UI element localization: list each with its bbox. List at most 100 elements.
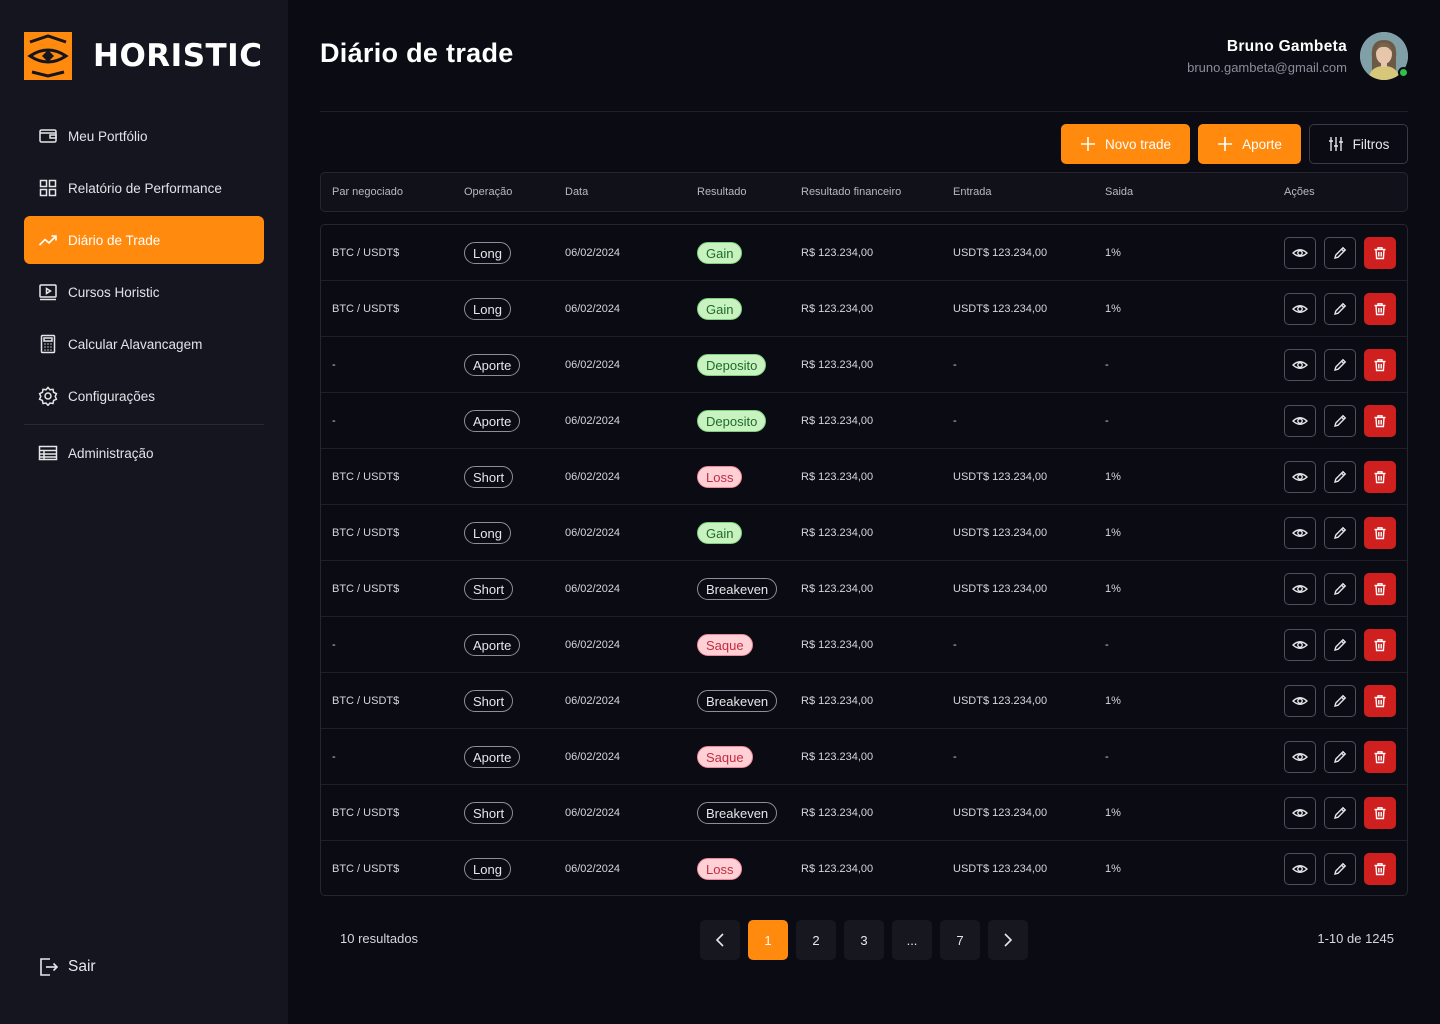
pencil-icon [1334,470,1347,483]
view-button[interactable] [1284,629,1316,661]
edit-button[interactable] [1324,573,1356,605]
edit-button[interactable] [1324,685,1356,717]
table-row[interactable]: BTC / USDT$ Short 06/02/2024 Breakeven R$ 12… [321,785,1407,841]
sidebar-item-administration[interactable]: Administração [24,429,264,477]
delete-button[interactable] [1364,461,1396,493]
table-row[interactable]: - Aporte 06/02/2024 Deposito R$ 123.234,00 - - [321,337,1407,393]
table-row[interactable]: BTC / USDT$ Long 06/02/2024 Gain R$ 123.234,… [321,505,1407,561]
view-button[interactable] [1284,685,1316,717]
column-header-exit[interactable]: Saida [1105,186,1133,198]
view-button[interactable] [1284,573,1316,605]
page-button[interactable]: 1 [748,920,788,960]
delete-button[interactable] [1364,629,1396,661]
page-button[interactable]: 2 [796,920,836,960]
delete-button[interactable] [1364,293,1396,325]
sidebar-item-label: Diário de Trade [68,232,161,248]
edit-button[interactable] [1324,405,1356,437]
column-header-financial-result[interactable]: Resultado financeiro [801,186,901,198]
view-button[interactable] [1284,237,1316,269]
avatar[interactable] [1360,32,1409,80]
cell-entry: - [953,751,957,763]
sidebar-item-courses[interactable]: Cursos Horistic [24,268,264,316]
cell-date: 06/02/2024 [565,751,621,763]
edit-button[interactable] [1324,629,1356,661]
user-profile[interactable]: Bruno Gambeta bruno.gambeta@gmail.com [1187,32,1409,80]
edit-button[interactable] [1324,517,1356,549]
column-header-date[interactable]: Data [565,186,588,198]
page-button[interactable]: 3 [844,920,884,960]
table-row[interactable]: BTC / USDT$ Short 06/02/2024 Breakeven R$ 12… [321,673,1407,729]
view-button[interactable] [1284,293,1316,325]
sidebar-item-leverage-calculator[interactable]: Calcular Alavancagem [24,320,264,368]
logout-button[interactable]: Sair [38,956,96,978]
delete-button[interactable] [1364,741,1396,773]
view-button[interactable] [1284,461,1316,493]
cell-result: Gain [697,505,743,561]
previous-page-button[interactable] [700,920,740,960]
edit-button[interactable] [1324,797,1356,829]
column-header-result[interactable]: Resultado [697,186,747,198]
filters-button[interactable]: Filtros [1309,124,1408,164]
eye-icon [1292,417,1308,425]
eye-icon [1292,753,1308,761]
cell-pair: - [332,639,336,651]
cell-entry: USDT$ 123.234,00 [953,471,1048,483]
delete-button[interactable] [1364,797,1396,829]
edit-button[interactable] [1324,461,1356,493]
operation-badge: Aporte [464,410,521,432]
delete-button[interactable] [1364,237,1396,269]
delete-button[interactable] [1364,685,1396,717]
view-button[interactable] [1284,349,1316,381]
table-row[interactable]: - Aporte 06/02/2024 Deposito R$ 123.234,00 - - [321,393,1407,449]
column-header-operation[interactable]: Operação [464,186,512,198]
page-button[interactable]: 7 [940,920,980,960]
operation-badge: Long [464,522,511,544]
column-header-entry[interactable]: Entrada [953,186,992,198]
cell-exit: 1% [1105,247,1121,259]
cell-pair: BTC / USDT$ [332,303,400,315]
cell-date: 06/02/2024 [565,247,621,259]
view-button[interactable] [1284,405,1316,437]
edit-button[interactable] [1324,293,1356,325]
result-badge: Saque [697,746,753,768]
next-page-button[interactable] [988,920,1028,960]
view-button[interactable] [1284,797,1316,829]
page-button[interactable]: ... [892,920,932,960]
delete-button[interactable] [1364,517,1396,549]
brand-logo[interactable]: HORISTIC [24,32,262,80]
new-trade-button[interactable]: Novo trade [1061,124,1190,164]
cell-date: 06/02/2024 [565,695,621,707]
delete-button[interactable] [1364,405,1396,437]
table-row[interactable]: BTC / USDT$ Long 06/02/2024 Gain R$ 123.234,… [321,281,1407,337]
table-row[interactable]: - Aporte 06/02/2024 Saque R$ 123.234,00 - - [321,729,1407,785]
table-row[interactable]: BTC / USDT$ Long 06/02/2024 Gain R$ 123.234,… [321,225,1407,281]
view-button[interactable] [1284,741,1316,773]
sidebar-item-trade-journal[interactable]: Diário de Trade [24,216,264,264]
sidebar-item-portfolio[interactable]: Meu Portfólio [24,112,264,160]
table-row[interactable]: BTC / USDT$ Long 06/02/2024 Loss R$ 123.234,… [321,841,1407,897]
edit-button[interactable] [1324,349,1356,381]
add-deposit-button[interactable]: Aporte [1198,124,1301,164]
header-divider [320,111,1408,112]
eye-icon [1292,641,1308,649]
delete-button[interactable] [1364,573,1396,605]
cell-pair: - [332,751,336,763]
table-row[interactable]: - Aporte 06/02/2024 Saque R$ 123.234,00 - - [321,617,1407,673]
view-button[interactable] [1284,853,1316,885]
eye-icon [1292,361,1308,369]
edit-button[interactable] [1324,741,1356,773]
sidebar-item-label: Administração [68,445,154,461]
delete-button[interactable] [1364,349,1396,381]
delete-button[interactable] [1364,853,1396,885]
table-row[interactable]: BTC / USDT$ Short 06/02/2024 Loss R$ 123.234… [321,449,1407,505]
sidebar-item-performance-report[interactable]: Relatório de Performance [24,164,264,212]
cell-operation: Short [464,449,514,505]
edit-button[interactable] [1324,237,1356,269]
column-header-pair[interactable]: Par negociado [332,186,403,198]
cell-operation: Long [464,225,511,281]
table-row[interactable]: BTC / USDT$ Short 06/02/2024 Breakeven R$ 12… [321,561,1407,617]
edit-button[interactable] [1324,853,1356,885]
pencil-icon [1334,358,1347,371]
sidebar-item-settings[interactable]: Configurações [24,372,264,420]
view-button[interactable] [1284,517,1316,549]
